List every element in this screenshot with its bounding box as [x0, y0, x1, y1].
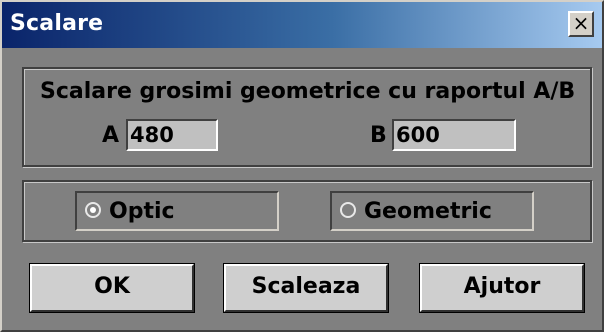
a-label: A [102, 123, 120, 148]
radio-dot-icon [90, 207, 96, 213]
ajutor-button[interactable]: Ajutor [420, 264, 584, 312]
b-label: B [370, 123, 387, 148]
radio-geometric-label: Geometric [364, 199, 492, 224]
radio-selected-icon [85, 202, 101, 218]
scaleaza-button[interactable]: Scaleaza [224, 264, 388, 312]
scale-ratio-group: Scalare grosimi geometrice cu raportul A… [22, 67, 592, 167]
radio-optic-label: Optic [109, 199, 175, 224]
radio-optic[interactable]: Optic [75, 191, 279, 231]
ok-button[interactable]: OK [30, 264, 194, 312]
a-value-input[interactable]: 480 [126, 119, 218, 151]
scale-ratio-title: Scalare grosimi geometrice cu raportul A… [40, 79, 576, 104]
mode-group: Optic Geometric [22, 180, 592, 242]
radio-geometric[interactable]: Geometric [330, 191, 534, 231]
radio-unselected-icon [340, 202, 356, 218]
close-button[interactable]: × [568, 11, 594, 37]
close-icon: × [572, 11, 590, 35]
window-title: Scalare [10, 11, 104, 36]
b-value-input[interactable]: 600 [392, 119, 516, 151]
scalare-dialog: Scalare × Scalare grosimi geometrice cu … [0, 0, 604, 332]
title-bar[interactable]: Scalare × [2, 2, 602, 48]
